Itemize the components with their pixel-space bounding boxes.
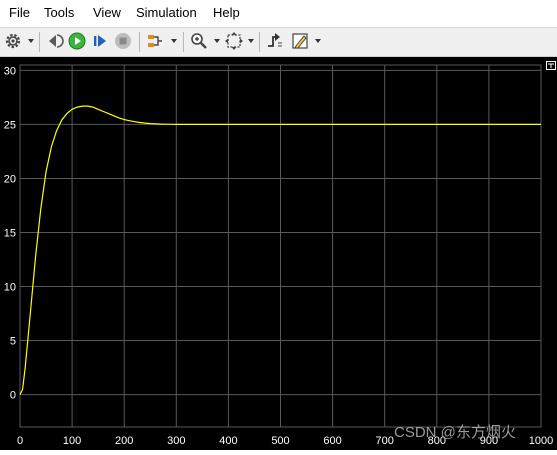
signal-selector-dropdown-arrow[interactable] bbox=[171, 39, 177, 43]
fit-to-view-dropdown-arrow[interactable] bbox=[248, 39, 254, 43]
scope-plot: 0 100 200 300 400 500 600 700 800 900 100005101520… bbox=[4, 64, 553, 447]
toolbar-separator bbox=[139, 32, 140, 52]
run-icon[interactable] bbox=[67, 31, 87, 51]
stop-icon[interactable] bbox=[113, 31, 133, 51]
toolbar-separator bbox=[259, 32, 260, 52]
toolbar-separator bbox=[39, 32, 40, 52]
menu-simulation[interactable]: Simulation bbox=[136, 5, 197, 20]
toolbar bbox=[0, 27, 557, 57]
scope-display: 0 100 200 300 400 500 600 700 800 900 1000 0 5 10 15 20… bbox=[0, 57, 557, 450]
x-tick-label: 400 bbox=[219, 435, 237, 447]
settings-icon[interactable] bbox=[3, 31, 23, 51]
x-tick-label: 0 bbox=[17, 435, 23, 447]
y-tick-label: 5 bbox=[10, 336, 16, 348]
x-tick-label: 500 bbox=[271, 435, 289, 447]
x-tick-label: 1000 bbox=[529, 435, 553, 447]
menu-file[interactable]: File bbox=[9, 5, 30, 20]
settings-dropdown-arrow[interactable] bbox=[28, 39, 34, 43]
restore-axes-icon[interactable] bbox=[546, 57, 556, 70]
x-tick-label: 200 bbox=[115, 435, 133, 447]
watermark: CSDN @东方烟火 bbox=[394, 424, 516, 441]
menu-view[interactable]: View bbox=[93, 5, 121, 20]
x-tick-label: 100 bbox=[63, 435, 81, 447]
y-tick-label: 15 bbox=[4, 227, 16, 239]
y-tick-label: 0 bbox=[10, 390, 16, 402]
triggers-icon[interactable] bbox=[265, 31, 285, 51]
signal-selector-icon[interactable] bbox=[145, 31, 165, 51]
style-dropdown-arrow[interactable] bbox=[315, 39, 321, 43]
x-tick-label: 600 bbox=[323, 435, 341, 447]
y-tick-label: 10 bbox=[4, 282, 16, 294]
y-tick-label: 20 bbox=[4, 173, 16, 185]
zoom-icon[interactable] bbox=[189, 31, 209, 51]
zoom-dropdown-arrow[interactable] bbox=[214, 39, 220, 43]
toolbar-separator bbox=[183, 32, 184, 52]
style-icon[interactable] bbox=[290, 31, 310, 51]
menu-bar: File Tools View Simulation Help bbox=[0, 0, 557, 27]
y-tick-label: 30 bbox=[4, 65, 16, 77]
x-tick-label: 300 bbox=[167, 435, 185, 447]
step-forward-icon[interactable] bbox=[90, 31, 110, 51]
fit-to-view-icon[interactable] bbox=[224, 31, 244, 51]
x-tick-label: 700 bbox=[376, 435, 394, 447]
y-tick-label: 25 bbox=[4, 119, 16, 131]
step-back-icon[interactable] bbox=[44, 31, 64, 51]
menu-tools[interactable]: Tools bbox=[44, 5, 74, 20]
menu-help[interactable]: Help bbox=[213, 5, 240, 20]
